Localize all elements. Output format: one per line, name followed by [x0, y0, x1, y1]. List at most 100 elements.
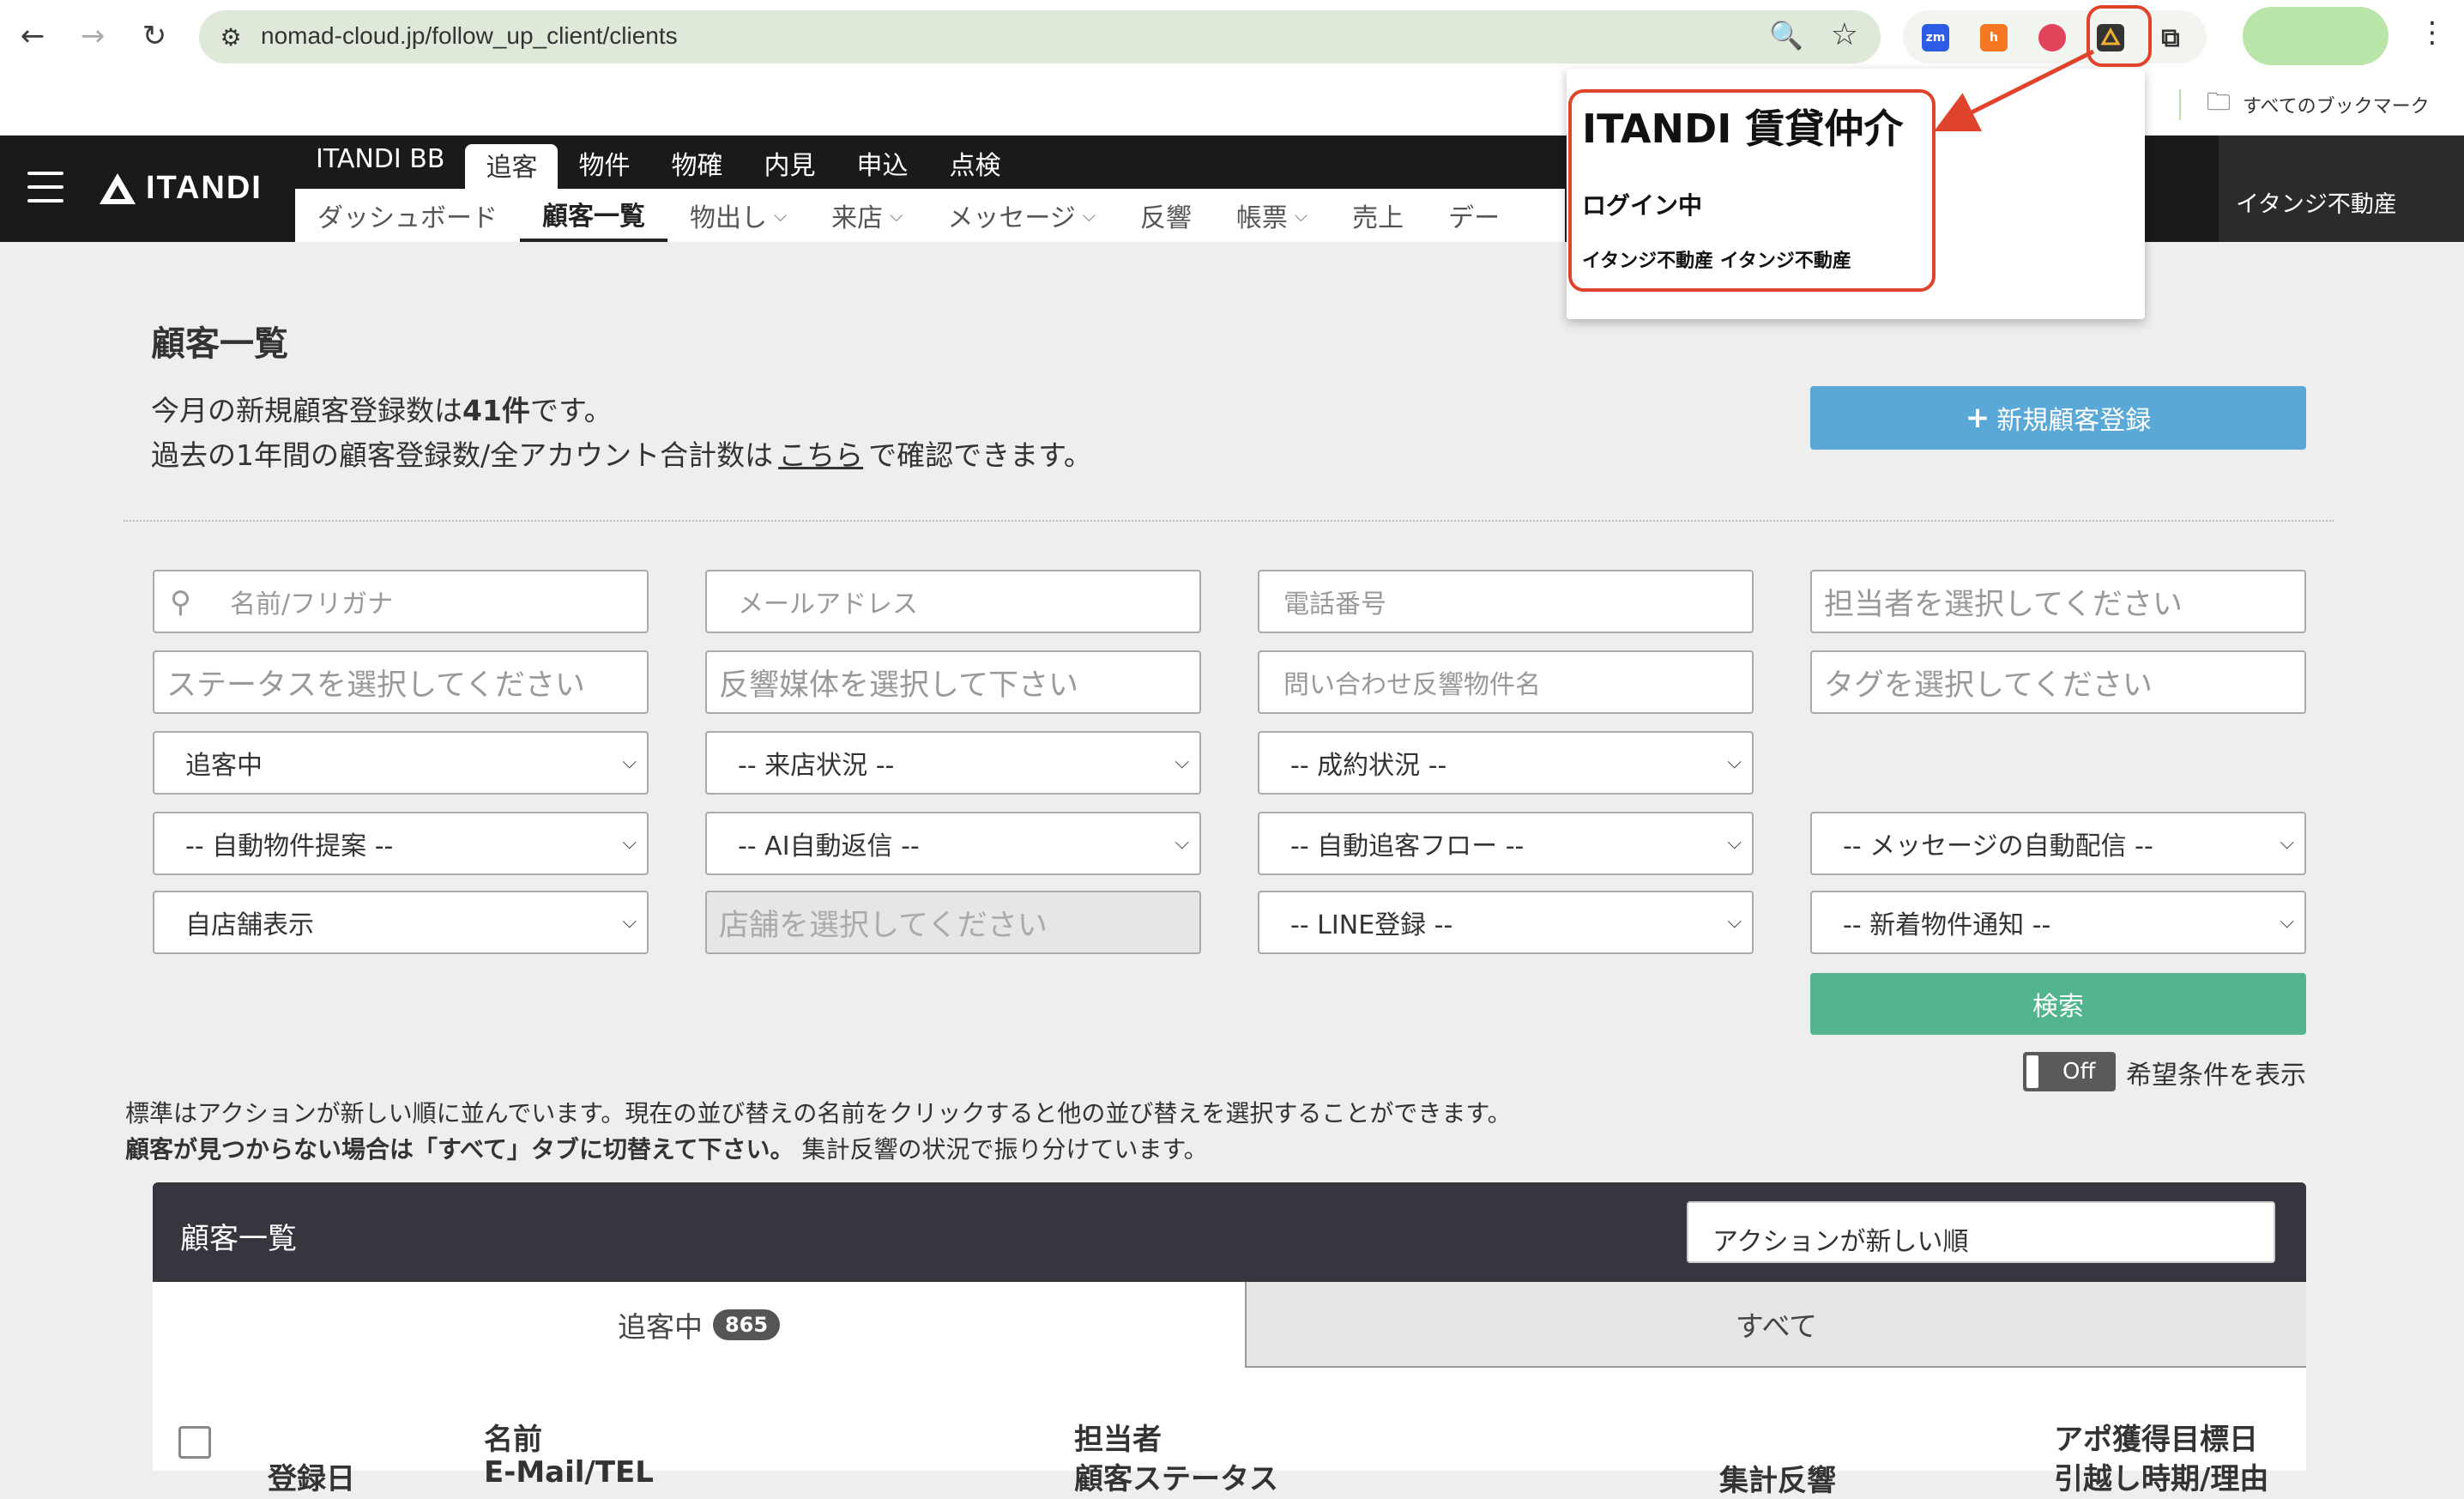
client-table-header: 名前 担当者 アポ獲得目標日 登録日 E-Mail/TEL 顧客ステータス 集計…	[153, 1368, 2306, 1498]
new-arrival-value: -- 新着物件通知 --	[1843, 910, 2051, 940]
hamburger-menu-icon[interactable]	[27, 172, 63, 202]
auto-message-value: -- メッセージの自動配信 --	[1843, 831, 2153, 861]
auto-property-select[interactable]: -- 自動物件提案 -- ⌵	[153, 812, 649, 875]
tab-following-label: 追客中	[617, 1310, 703, 1344]
monthly-count-value: 41件	[462, 394, 530, 427]
top-nav-application[interactable]: 申込	[836, 136, 928, 189]
address-bar[interactable]: ⚙ nomad-cloud.jp/follow_up_client/client…	[199, 10, 1881, 63]
column-response[interactable]: 集計反響	[1719, 1457, 1836, 1499]
column-registered-date[interactable]: 登録日	[268, 1455, 355, 1497]
email-input[interactable]: メールアドレス	[705, 570, 1201, 633]
preferences-toggle[interactable]: Off	[2023, 1052, 2116, 1091]
staff-select[interactable]: 担当者を選択してください	[1810, 570, 2306, 633]
all-bookmarks[interactable]: 🗀 すべてのブックマーク	[2179, 88, 2462, 120]
site-settings-icon[interactable]: ⚙	[213, 19, 249, 55]
sub-nav-dashboard[interactable]: ダッシュボード	[295, 189, 520, 242]
reload-icon[interactable]: ↻	[134, 15, 175, 57]
profile-button[interactable]	[2243, 7, 2389, 65]
visit-status-select[interactable]: -- 来店状況 -- ⌵	[705, 731, 1201, 795]
tab-following-count: 865	[712, 1309, 781, 1340]
sub-nav-data[interactable]: デー	[1426, 189, 1522, 242]
auto-flow-value: -- 自動追客フロー --	[1290, 831, 1525, 861]
sub-nav-visit[interactable]: 来店 ⌵	[809, 189, 925, 242]
itandi-logo[interactable]: ITANDI	[98, 170, 263, 207]
column-move-timing[interactable]: 引越し時期/理由	[2054, 1455, 2268, 1497]
bookmark-star-icon[interactable]: ☆	[1831, 17, 1858, 52]
status-select[interactable]: ステータスを選択してください	[153, 650, 649, 714]
zoom-extension-icon[interactable]: zm	[1922, 24, 1949, 51]
sort-note: 標準はアクションが新しい順に並んでいます。現在の並び替えの名前をクリックすると他…	[125, 1099, 1512, 1127]
sub-nav-response[interactable]: 反響	[1118, 189, 1214, 242]
column-name[interactable]: 名前	[484, 1416, 542, 1458]
monthly-count-prefix: 今月の新規顧客登録数は	[151, 394, 462, 427]
search-button[interactable]: 検索	[1810, 973, 2306, 1035]
puzzle-extensions-icon[interactable]: ⧉	[2157, 23, 2184, 53]
select-all-checkbox[interactable]	[178, 1426, 211, 1459]
top-nav-viewing[interactable]: 内見	[743, 136, 836, 189]
top-nav-inspection[interactable]: 点検	[928, 136, 1021, 189]
chevron-down-icon: ⌵	[1294, 205, 1308, 226]
top-nav-confirm[interactable]: 物確	[650, 136, 743, 189]
tab-all[interactable]: すべて	[1245, 1282, 2306, 1368]
tag-placeholder: タグを選択してください	[1824, 668, 2153, 703]
chevron-down-icon: ⌵	[622, 832, 637, 854]
client-list-header: 顧客一覧 アクションが新しい順	[153, 1182, 2306, 1282]
top-nav-follow-up[interactable]: 追客	[465, 144, 559, 189]
auto-message-select[interactable]: -- メッセージの自動配信 -- ⌵	[1810, 812, 2306, 875]
chevron-down-icon: ⌵	[1727, 911, 1742, 933]
inquiry-property-input[interactable]: 問い合わせ反響物件名	[1258, 650, 1754, 714]
name-search-input[interactable]: ⚲ 名前/フリガナ	[153, 570, 649, 633]
contract-status-select[interactable]: -- 成約状況 -- ⌵	[1258, 731, 1754, 795]
store-display-select[interactable]: 自店舗表示 ⌵	[153, 891, 649, 954]
hubspot-extension-icon[interactable]: h	[1980, 24, 2008, 51]
sub-nav-forms[interactable]: 帳票 ⌵	[1214, 189, 1330, 242]
account-name[interactable]: イタンジ不動産	[2219, 136, 2464, 242]
chevron-down-icon: ⌵	[1175, 832, 1189, 854]
follow-status-select[interactable]: 追客中 ⌵	[153, 731, 649, 795]
yearly-count-text: 過去の1年間の顧客登録数/全アカウント合計数は こちら で確認できます。	[151, 432, 1092, 474]
back-icon[interactable]: ←	[12, 15, 53, 57]
yearly-count-link[interactable]: こちら	[778, 438, 863, 472]
sub-nav-listing[interactable]: 物出し ⌵	[667, 189, 809, 242]
new-client-button[interactable]: + 新規顧客登録	[1810, 386, 2306, 450]
popup-highlight-box	[1568, 89, 1936, 292]
sub-nav-sales[interactable]: 売上	[1330, 189, 1426, 242]
column-apo-date[interactable]: アポ獲得目標日	[2054, 1416, 2258, 1458]
chevron-down-icon: ⌵	[1727, 752, 1742, 773]
tab-following[interactable]: 追客中 865	[153, 1282, 1245, 1368]
new-client-label: 新規顧客登録	[1996, 406, 2152, 436]
sub-nav-message[interactable]: メッセージ ⌵	[925, 189, 1118, 242]
ai-reply-select[interactable]: -- AI自動返信 -- ⌵	[705, 812, 1201, 875]
sub-nav: ダッシュボード 顧客一覧 物出し ⌵ 来店 ⌵ メッセージ ⌵ 反響 帳票 ⌵ 売上 デ…	[295, 189, 1565, 242]
ai-reply-value: -- AI自動返信 --	[738, 831, 920, 861]
divider	[124, 520, 2334, 522]
column-staff[interactable]: 担当者	[1074, 1416, 1162, 1458]
yearly-count-suffix: で確認できます。	[868, 438, 1092, 472]
browser-menu-icon[interactable]: ⋮	[2418, 15, 2447, 50]
extensions-area: zm h ⧉	[1903, 10, 2207, 63]
media-select[interactable]: 反響媒体を選択して下さい	[705, 650, 1201, 714]
client-list-title: 顧客一覧	[180, 1222, 297, 1256]
zoom-icon[interactable]: 🔍	[1769, 19, 1803, 51]
url-text[interactable]: nomad-cloud.jp/follow_up_client/clients	[261, 22, 678, 50]
tag-select[interactable]: タグを選択してください	[1810, 650, 2306, 714]
new-arrival-select[interactable]: -- 新着物件通知 -- ⌵	[1810, 891, 2306, 954]
sort-select[interactable]: アクションが新しい順	[1687, 1201, 2275, 1263]
auto-flow-select[interactable]: -- 自動追客フロー -- ⌵	[1258, 812, 1754, 875]
line-registration-value: -- LINE登録 --	[1290, 910, 1453, 940]
store-display-value: 自店舗表示	[185, 910, 314, 940]
sub-nav-client-list[interactable]: 顧客一覧	[520, 189, 667, 242]
chevron-down-icon: ⌵	[890, 205, 903, 226]
column-client-status[interactable]: 顧客ステータス	[1074, 1455, 1278, 1497]
top-nav-itandi-bb[interactable]: ITANDI BB	[295, 136, 465, 189]
phone-input[interactable]: 電話番号	[1258, 570, 1754, 633]
visit-status-value: -- 来店状況 --	[738, 751, 895, 781]
top-nav-property[interactable]: 物件	[558, 136, 650, 189]
chevron-down-icon: ⌵	[2280, 911, 2294, 933]
toggle-knob	[2026, 1055, 2038, 1088]
column-email-tel[interactable]: E-Mail/TEL	[484, 1455, 654, 1490]
monthly-count-text: 今月の新規顧客登録数は41件です。	[151, 388, 613, 429]
forward-icon[interactable]: →	[72, 15, 113, 57]
strawberry-extension-icon[interactable]	[2038, 24, 2066, 51]
line-registration-select[interactable]: -- LINE登録 -- ⌵	[1258, 891, 1754, 954]
